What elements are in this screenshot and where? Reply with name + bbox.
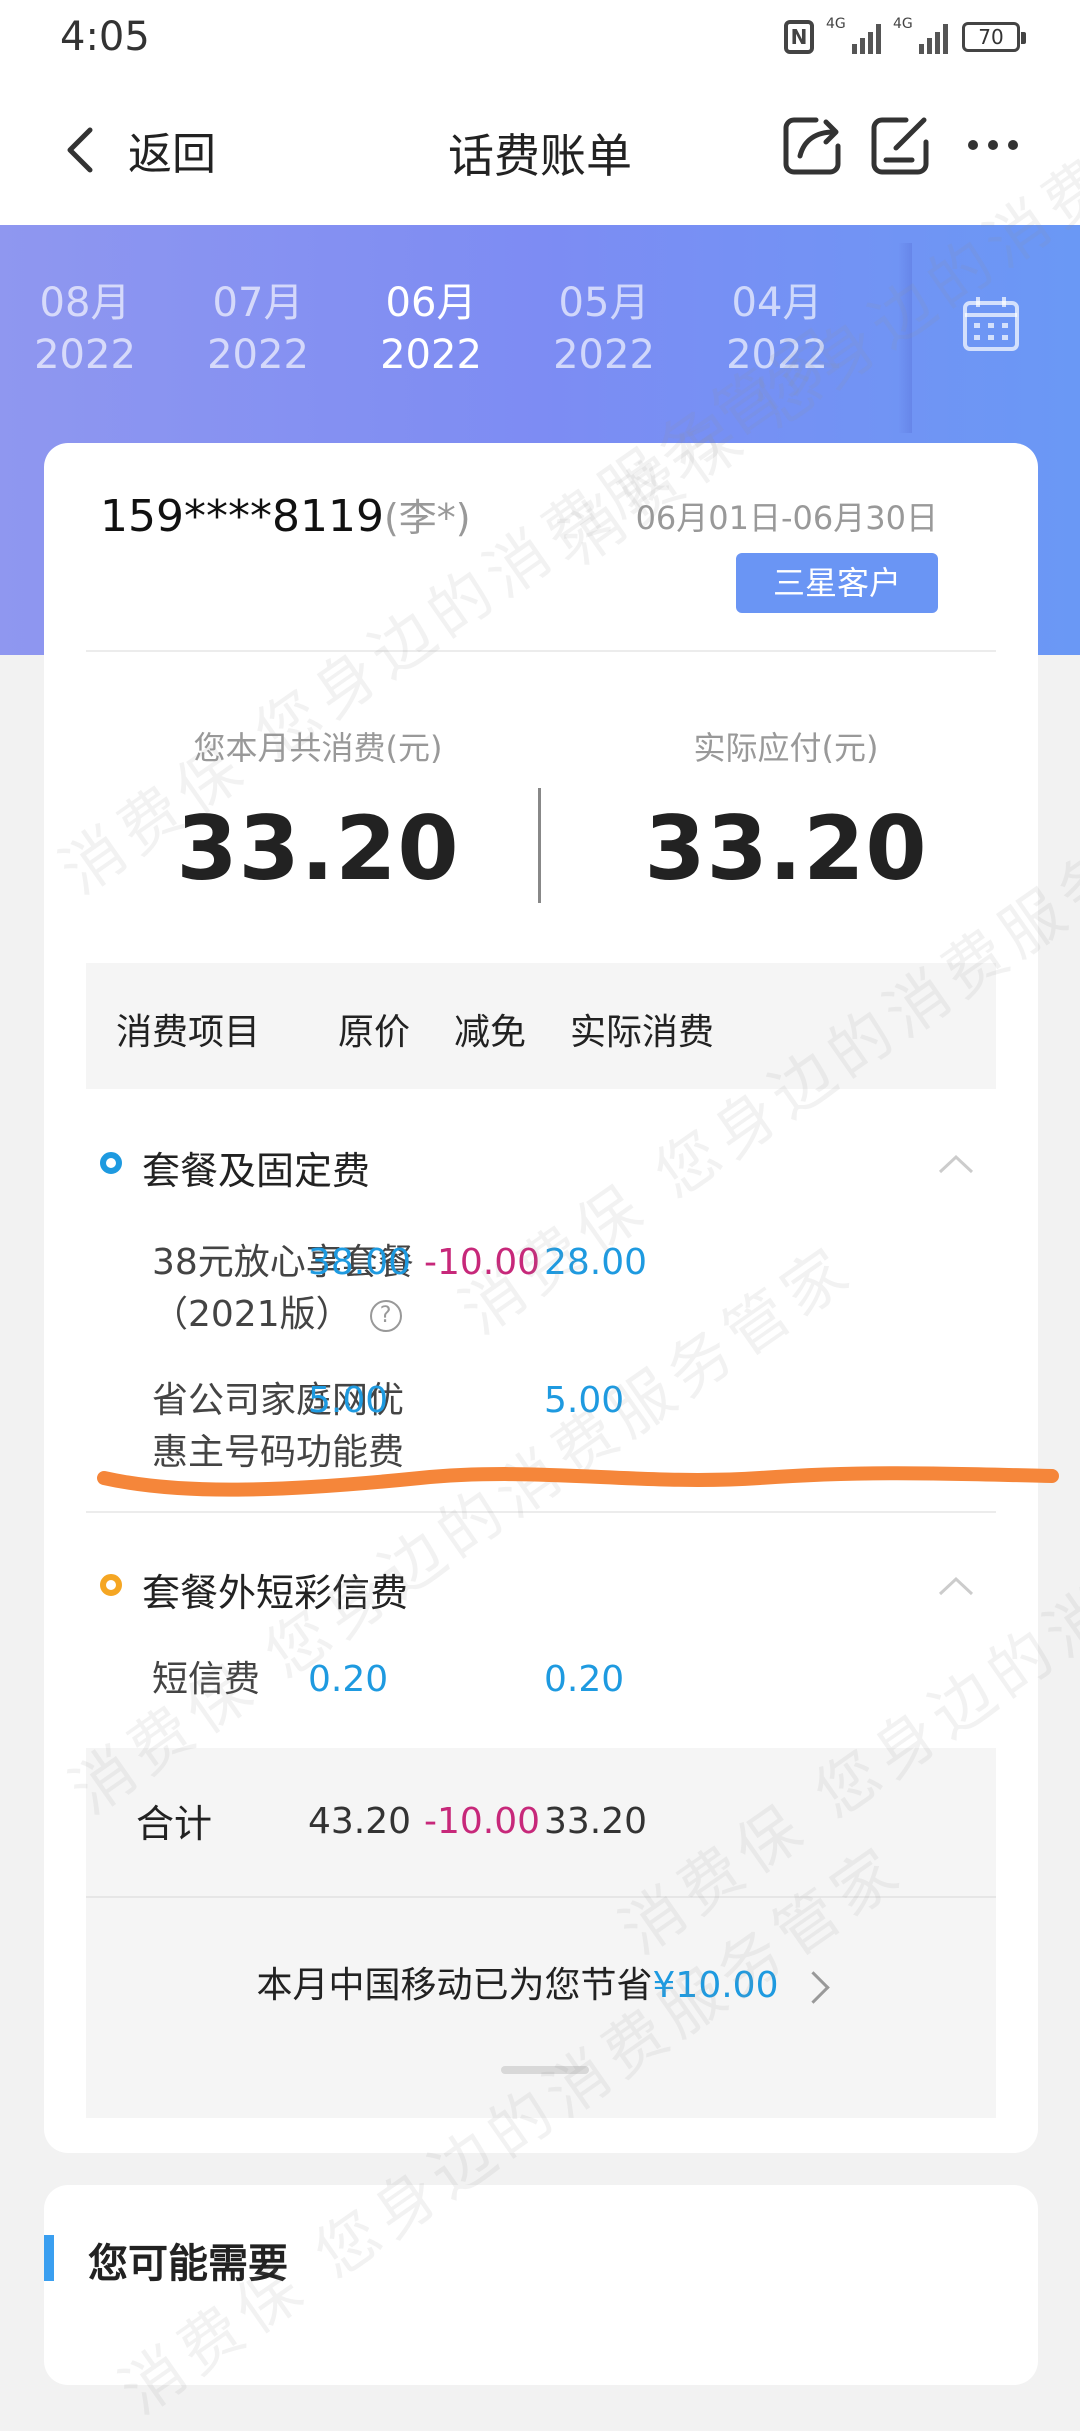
row-actual: 28.00 xyxy=(544,1242,648,1283)
month-tab-04[interactable]: 04月 2022 xyxy=(702,277,852,381)
phone-number-value: 159****8119 xyxy=(100,491,384,542)
year-label: 2022 xyxy=(34,332,136,378)
year-label: 2022 xyxy=(553,332,655,378)
month-tab-08[interactable]: 08月 2022 xyxy=(10,277,160,381)
back-label: 返回 xyxy=(128,129,216,180)
total-spend-label: 您本月共消费(元) xyxy=(193,729,443,767)
header-item: 消费项目 xyxy=(116,1012,261,1053)
total-original: 43.20 xyxy=(308,1801,412,1842)
chevron-left-icon xyxy=(67,127,93,173)
total-section: 合计 43.20 -10.00 33.20 本月中国移动已为您节省¥10.00 xyxy=(86,1748,996,2118)
month-tabs: 08月 2022 07月 2022 06月 2022 05月 2022 04月 … xyxy=(0,225,900,445)
more-icon[interactable] xyxy=(960,112,1026,178)
row-actual: 0.20 xyxy=(544,1659,625,1700)
total-actual: 33.20 xyxy=(544,1801,648,1842)
scroll-indicator xyxy=(501,2066,589,2074)
section-package-fixed[interactable]: 套餐及固定费 xyxy=(100,1140,996,1193)
calendar-icon[interactable] xyxy=(960,293,1022,355)
header-original: 原价 xyxy=(338,1012,411,1053)
status-time: 4:05 xyxy=(60,14,150,60)
row-original: 0.20 xyxy=(308,1659,389,1700)
total-spend: 您本月共消费(元) 33.20 xyxy=(98,723,538,900)
month-tab-07[interactable]: 07月 2022 xyxy=(183,277,333,381)
year-label: 2022 xyxy=(726,332,828,378)
payable-label: 实际应付(元) xyxy=(693,729,879,767)
owner-name: (李*) xyxy=(383,496,471,540)
divider xyxy=(86,1511,996,1513)
total-spend-value: 33.20 xyxy=(176,797,460,900)
network-type-2: 4G xyxy=(893,16,913,32)
payable-amount: 实际应付(元) 33.20 xyxy=(566,723,1006,900)
year-label: 2022 xyxy=(207,332,309,378)
customer-level-badge: 三星客户 xyxy=(736,553,938,613)
signal-icon-2: 4G xyxy=(893,16,948,54)
nav-header: 返回 话费账单 xyxy=(0,80,1080,225)
chevron-up-icon[interactable] xyxy=(936,1152,976,1176)
chevron-right-icon xyxy=(797,1970,831,2004)
nfc-icon: N xyxy=(784,20,814,54)
blue-dot-icon xyxy=(100,1152,122,1174)
row-actual: 5.00 xyxy=(544,1380,625,1421)
signal-icon-1: 4G xyxy=(826,16,881,54)
row-name-line2: 惠主号码功能费 xyxy=(152,1432,405,1473)
header-actual: 实际消费 xyxy=(570,1012,715,1053)
network-type-1: 4G xyxy=(826,16,846,32)
saving-amount: ¥10.00 xyxy=(652,1965,779,2006)
back-button[interactable]: 返回 xyxy=(54,118,216,182)
tabs-divider xyxy=(898,243,912,433)
month-label: 08月 xyxy=(39,280,131,326)
total-label: 合计 xyxy=(136,1802,213,1846)
row-discount: -10.00 xyxy=(424,1242,541,1283)
section-accent-bar xyxy=(44,2235,54,2281)
question-icon[interactable]: ? xyxy=(369,1300,402,1332)
header-discount: 减免 xyxy=(454,1012,527,1053)
recommend-title: 您可能需要 xyxy=(88,2241,288,2287)
recommend-card: 您可能需要 xyxy=(44,2185,1038,2385)
total-discount: -10.00 xyxy=(424,1801,541,1842)
table-header: 消费项目 原价 减免 实际消费 xyxy=(86,963,996,1089)
section-sms-extra[interactable]: 套餐外短彩信费 xyxy=(100,1562,996,1615)
row-name-line1: 短信费 xyxy=(152,1659,261,1700)
orange-dot-icon xyxy=(100,1574,122,1596)
phone-number: 159****8119(李*) xyxy=(100,487,471,542)
row-item-name: 短信费 xyxy=(152,1654,260,1706)
billing-period: 06月01日-06月30日 xyxy=(635,499,938,537)
section-title: 套餐外短彩信费 xyxy=(142,1571,409,1615)
summary-divider xyxy=(538,788,541,903)
saving-link[interactable]: 本月中国移动已为您节省¥10.00 xyxy=(86,1956,996,2008)
row-name-line2: （2021版） xyxy=(152,1294,352,1335)
payable-value: 33.20 xyxy=(644,797,928,900)
status-icons: N 4G 4G 70 xyxy=(784,16,1026,54)
divider xyxy=(86,1896,996,1898)
month-tab-05[interactable]: 05月 2022 xyxy=(529,277,679,381)
month-label: 06月 xyxy=(385,280,477,326)
row-original: 38.00 xyxy=(308,1242,412,1283)
status-bar: 4:05 N 4G 4G 70 xyxy=(0,0,1080,80)
chevron-up-icon[interactable] xyxy=(936,1574,976,1598)
month-label: 04月 xyxy=(731,280,823,326)
month-label: 05月 xyxy=(558,280,650,326)
share-icon[interactable] xyxy=(780,112,846,178)
bill-card: 159****8119(李*) 06月01日-06月30日 三星客户 您本月共消… xyxy=(44,443,1038,2153)
edit-note-icon[interactable] xyxy=(868,112,934,178)
row-original: 5.00 xyxy=(308,1380,389,1421)
battery-icon: 70 xyxy=(962,22,1026,52)
saving-text: 本月中国移动已为您节省 xyxy=(256,1965,653,2006)
divider xyxy=(86,650,996,652)
year-label: 2022 xyxy=(380,332,482,378)
month-label: 07月 xyxy=(212,280,304,326)
section-title: 套餐及固定费 xyxy=(142,1149,371,1193)
month-tab-06[interactable]: 06月 2022 xyxy=(356,277,506,381)
